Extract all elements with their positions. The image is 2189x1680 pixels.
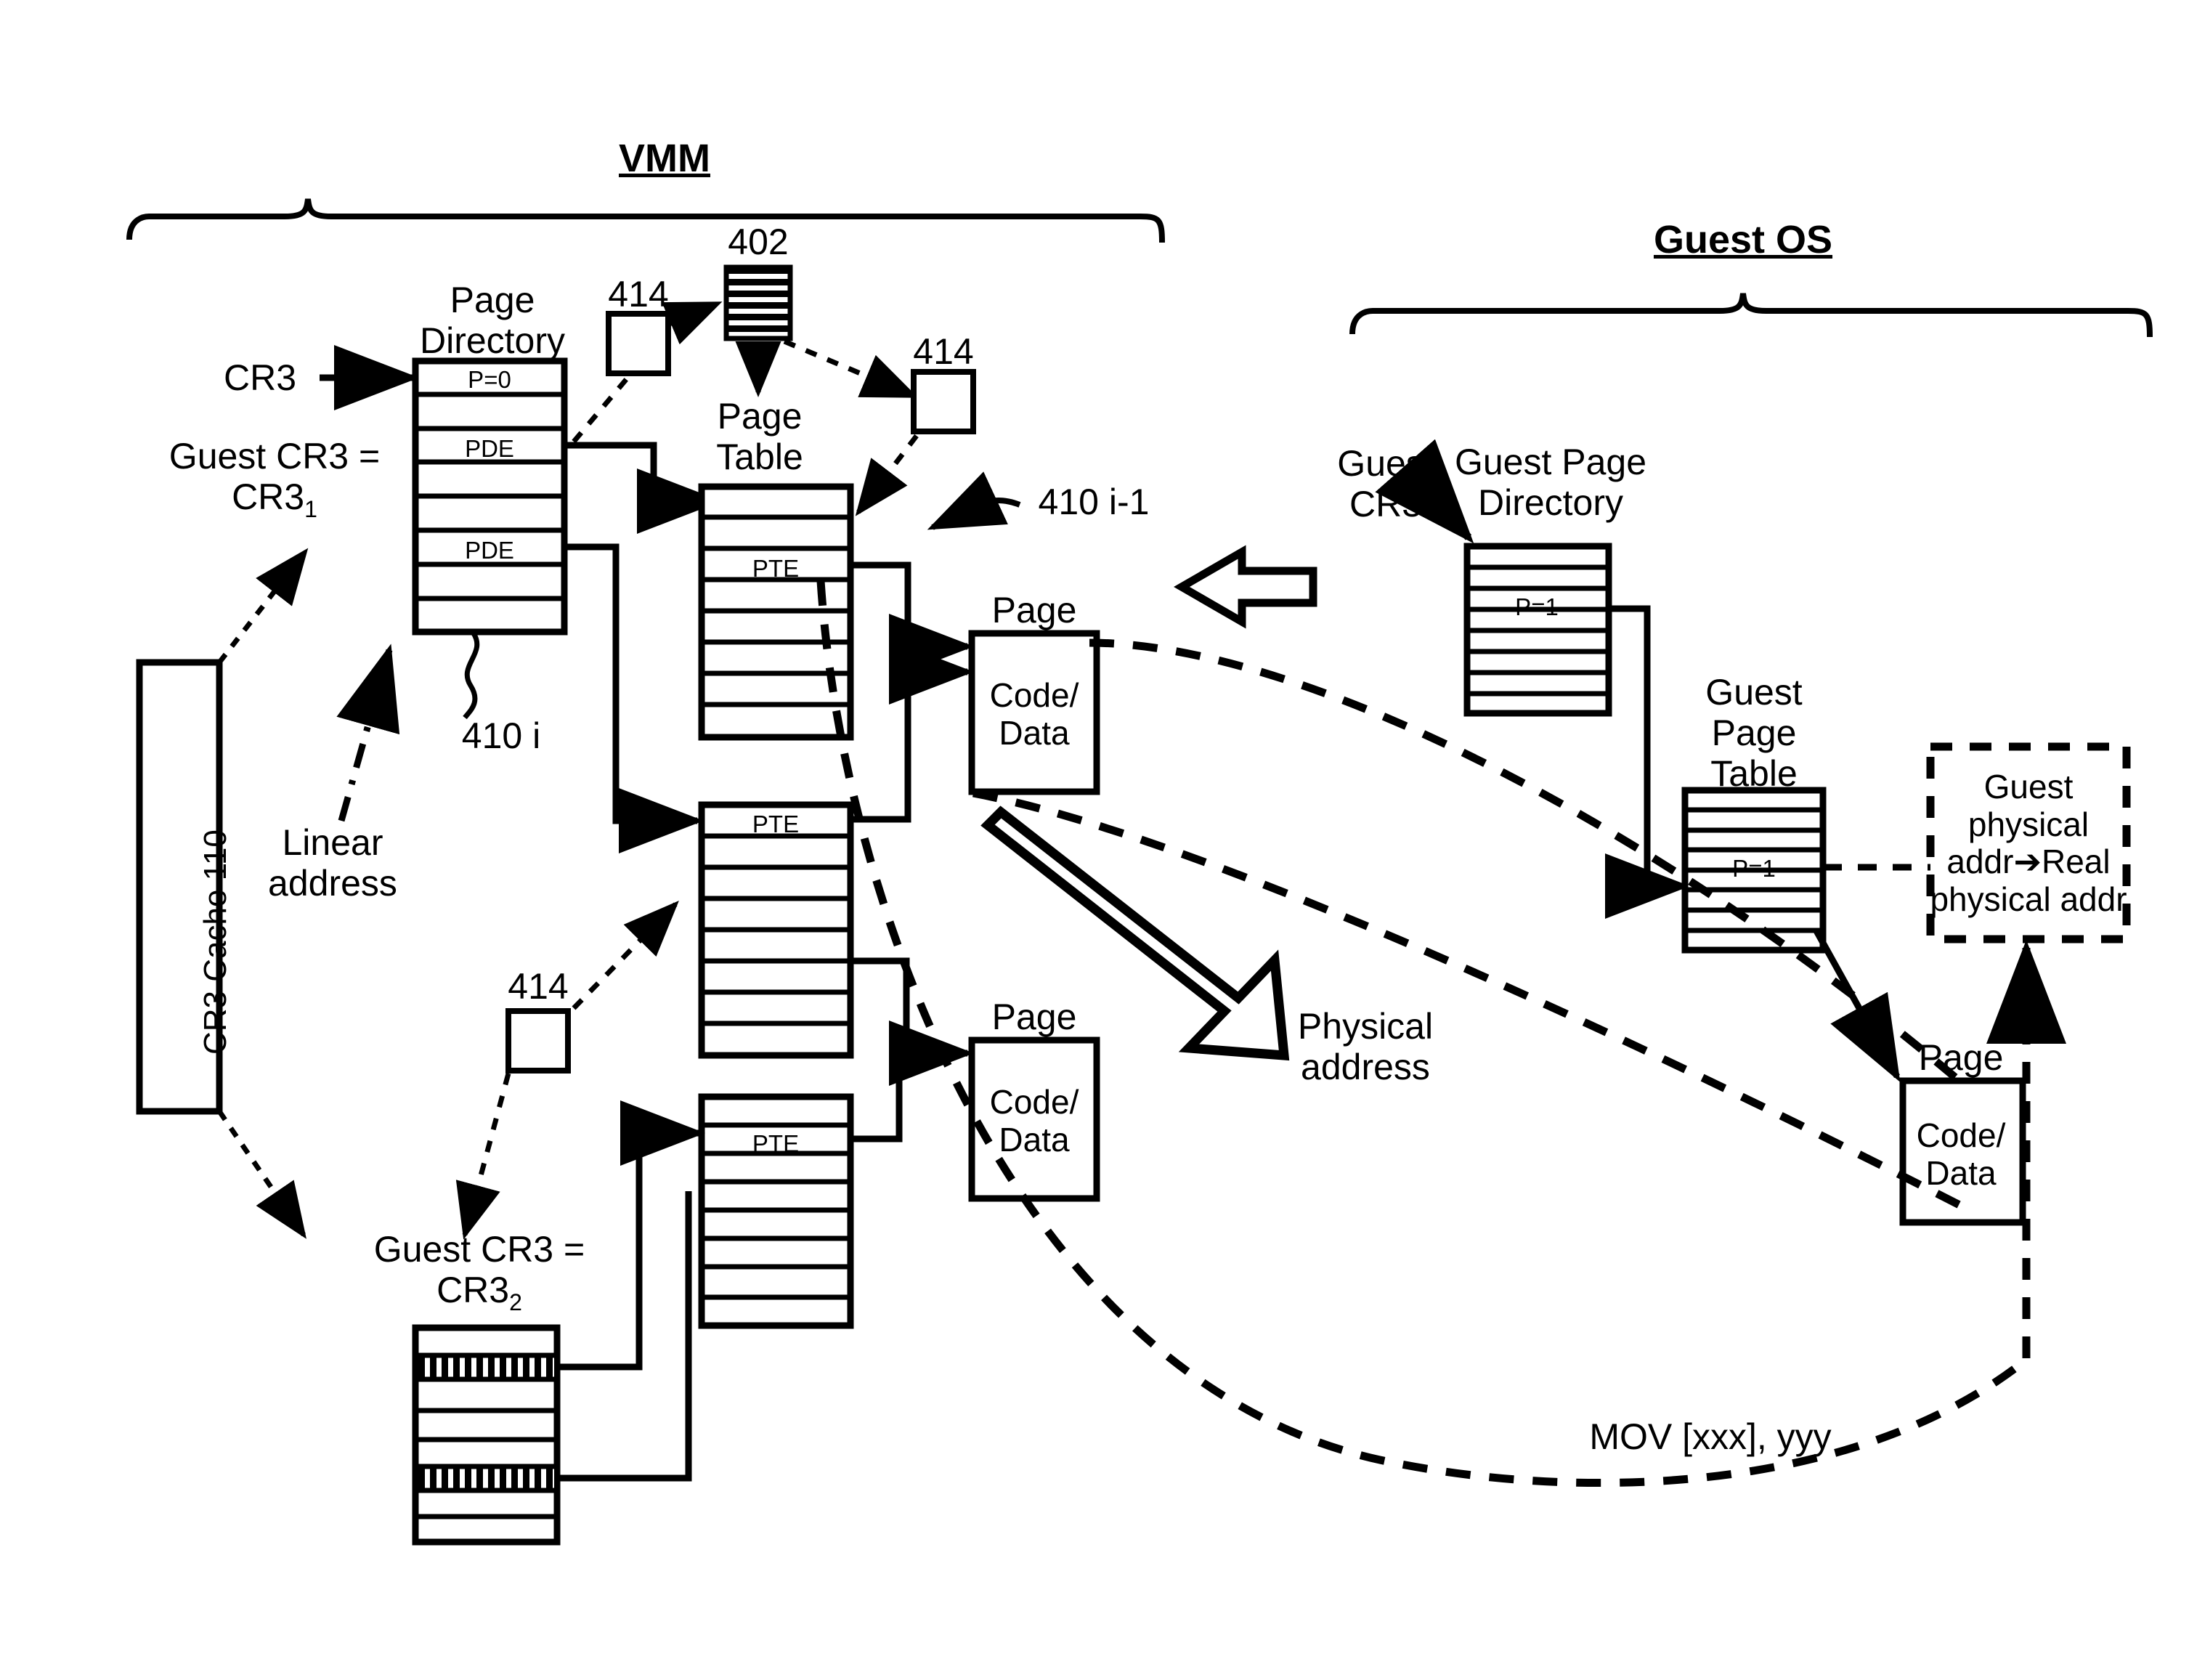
pde2-connector <box>564 543 704 853</box>
guest-page-label: Page <box>1918 1037 2004 1078</box>
physical-address-label: Physical address <box>1297 1006 1434 1087</box>
pte1-to-page1 <box>850 561 974 679</box>
ref-414-b: 414 <box>913 331 974 372</box>
page-table-label: Page Table <box>716 396 803 477</box>
gpd-to-gpt-connector <box>1605 605 1690 919</box>
pt3-row-pte: PTE <box>752 1130 800 1157</box>
ref-402: 402 <box>728 222 789 262</box>
curve-410i1 <box>927 471 1021 530</box>
block-402 <box>723 264 793 341</box>
guest-page-table-label: Guest Page Table <box>1705 672 1803 794</box>
gpd-row-p1: P=1 <box>1515 593 1559 620</box>
linear-address-label: Linear address <box>268 822 397 904</box>
pte2-to-page1 <box>850 639 974 823</box>
dashdot-linear-address <box>336 644 400 822</box>
guest-cr3-2-label: Guest CR3 = CR32 <box>373 1229 585 1315</box>
vmm-page-2-content: Code/Data <box>989 1083 1079 1158</box>
squiggle-410i <box>463 632 480 720</box>
guest-page-directory-label: Guest Page Directory <box>1454 442 1647 523</box>
ref-410-i: 410 i <box>461 715 541 756</box>
ref-414-c: 414 <box>508 966 569 1007</box>
page-directory-table <box>412 357 568 636</box>
patent-figure-canvas: VMM Guest OS CR3 Guest CR3 = CR31 CR3 Cac… <box>0 0 2189 1680</box>
pde1-connector <box>564 442 722 534</box>
gpt-row-p1: P=1 <box>1732 855 1776 882</box>
guest-os-brace <box>1349 293 2153 338</box>
pt1-row-pte: PTE <box>752 555 800 582</box>
page-table-1 <box>698 483 854 741</box>
box-414-a <box>606 311 671 376</box>
dash-402-to-414b <box>783 338 919 399</box>
pd-row-pde-2: PDE <box>465 537 514 564</box>
guest-page-content: Code/Data <box>1916 1116 2006 1192</box>
pd-row-pde-1: PDE <box>465 435 514 462</box>
cr3-2-table <box>412 1324 561 1546</box>
page-table-2 <box>698 801 854 1059</box>
vmm-page-1-label: Page <box>991 590 1077 630</box>
pte3-to-page2 <box>850 1074 903 1143</box>
dash-414c-to-cr32 <box>455 1073 511 1240</box>
vmm-brace <box>126 198 1165 243</box>
guest-to-vmm-arrow <box>1174 545 1317 629</box>
guest-page-directory-table <box>1463 543 1612 717</box>
dash-cache-to-cr31 <box>217 548 309 665</box>
dash-414b-to-pte <box>855 434 919 516</box>
dash-414c-to-pte2 <box>572 900 679 1010</box>
gpt-to-guestpage <box>1813 928 1901 1082</box>
pt2-row-pte: PTE <box>752 811 800 837</box>
vmm-title: VMM <box>619 137 710 180</box>
page-directory-label: Page Directory <box>419 280 566 361</box>
cr3-cache-label: CR3 Cache 110 <box>198 829 233 1055</box>
vmm-page-1-content: Code/Data <box>989 676 1079 752</box>
vmm-page-2-label: Page <box>991 997 1077 1037</box>
pd-row-p0: P=0 <box>468 366 511 393</box>
guest-cr3-label: Guest CR3 <box>1337 443 1434 524</box>
ref-410-i-minus-1: 410 i-1 <box>1038 482 1150 522</box>
guest-os-title: Guest OS <box>1653 218 1833 261</box>
dash-cache-to-cr32 <box>217 1110 306 1239</box>
box-414-c <box>505 1008 571 1074</box>
mov-instruction-label: MOV [xxx], yyy <box>1589 1416 1832 1457</box>
box-414-b <box>911 369 976 434</box>
cr32-row1-connector-b <box>620 1100 705 1166</box>
guest-cr3-1-label: Guest CR3 = CR31 <box>168 436 381 522</box>
cr3-label: CR3 <box>223 357 297 398</box>
ref-414-a: 414 <box>608 274 669 315</box>
translation-note: Guest physical addr➔Real physical addr <box>1930 768 2127 918</box>
